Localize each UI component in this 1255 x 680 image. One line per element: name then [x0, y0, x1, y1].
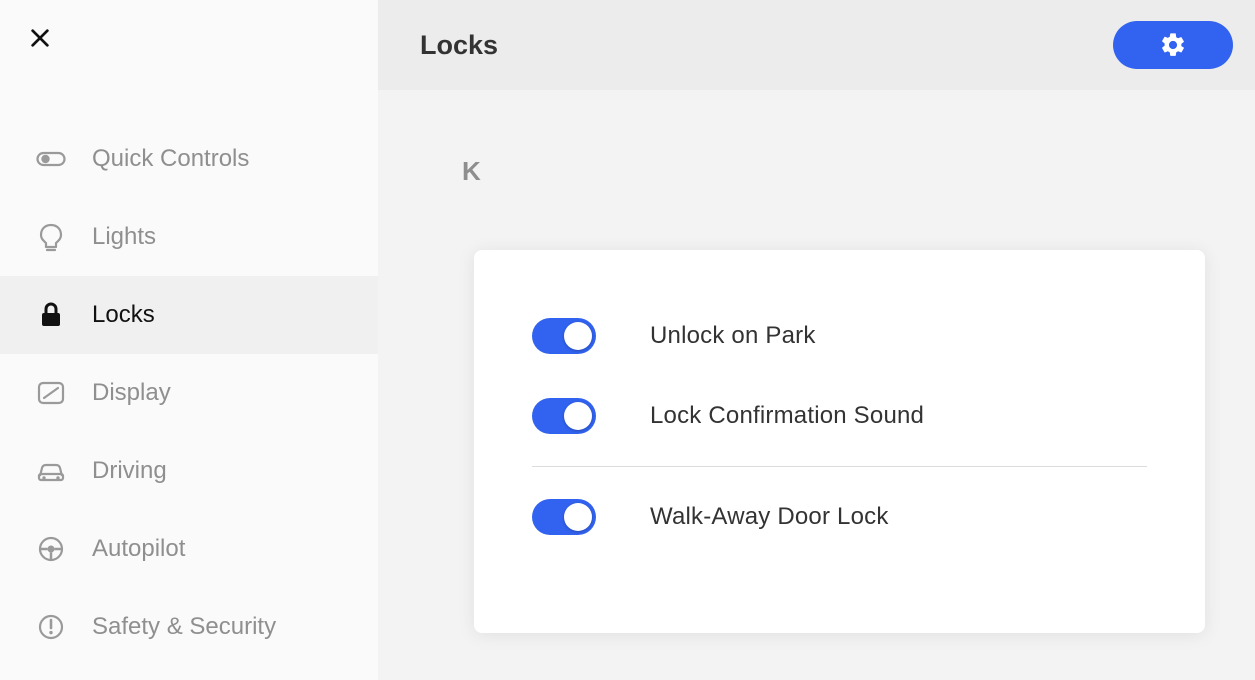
alert-icon	[36, 612, 66, 642]
sidebar-item-label: Lights	[92, 223, 156, 251]
sidebar-item-label: Driving	[92, 457, 167, 485]
gear-icon	[1159, 31, 1187, 59]
display-icon	[36, 378, 66, 408]
lock-icon	[36, 300, 66, 330]
bulb-icon	[36, 222, 66, 252]
sidebar-item-label: Safety & Security	[92, 613, 276, 641]
sidebar-item-display[interactable]: Display	[0, 354, 378, 432]
toggle-label: Unlock on Park	[650, 322, 816, 350]
sidebar-item-label: Locks	[92, 301, 155, 329]
car-icon	[36, 456, 66, 486]
sidebar-item-label: Display	[92, 379, 171, 407]
sidebar-item-lights[interactable]: Lights	[0, 198, 378, 276]
close-button[interactable]	[26, 24, 54, 52]
toggle-knob	[564, 402, 592, 430]
sidebar-item-label: Autopilot	[92, 535, 185, 563]
content: K Unlock on Park Lock Confirmation Sound	[378, 90, 1255, 680]
toggle-walk-away-door-lock[interactable]	[532, 499, 596, 535]
sidebar-item-safety-security[interactable]: Safety & Security	[0, 588, 378, 666]
toggle-knob	[564, 322, 592, 350]
sidebar-item-driving[interactable]: Driving	[0, 432, 378, 510]
toggle-label: Lock Confirmation Sound	[650, 402, 924, 430]
toggle-icon	[36, 144, 66, 174]
close-icon	[29, 27, 51, 49]
toggle-lock-confirmation-sound[interactable]	[532, 398, 596, 434]
toggle-label: Walk-Away Door Lock	[650, 503, 889, 531]
sidebar-item-locks[interactable]: Locks	[0, 276, 378, 354]
page-title: Locks	[420, 30, 498, 61]
toggle-knob	[564, 503, 592, 531]
divider	[532, 466, 1147, 467]
toggle-row-unlock-on-park: Unlock on Park	[532, 296, 1147, 376]
toggle-row-lock-confirmation-sound: Lock Confirmation Sound	[532, 376, 1147, 456]
settings-button[interactable]	[1113, 21, 1233, 69]
main: Locks K Unlock on Park Lock Confirmation…	[378, 0, 1255, 680]
header: Locks	[378, 0, 1255, 90]
nav: Quick Controls Lights Locks Display	[0, 120, 378, 666]
sidebar: Quick Controls Lights Locks Display	[0, 0, 378, 680]
background-label: K	[462, 156, 481, 187]
toggle-row-walk-away-door-lock: Walk-Away Door Lock	[532, 477, 1147, 557]
settings-card: Unlock on Park Lock Confirmation Sound W…	[474, 250, 1205, 633]
sidebar-item-autopilot[interactable]: Autopilot	[0, 510, 378, 588]
sidebar-item-quick-controls[interactable]: Quick Controls	[0, 120, 378, 198]
toggle-unlock-on-park[interactable]	[532, 318, 596, 354]
wheel-icon	[36, 534, 66, 564]
sidebar-item-label: Quick Controls	[92, 145, 249, 173]
